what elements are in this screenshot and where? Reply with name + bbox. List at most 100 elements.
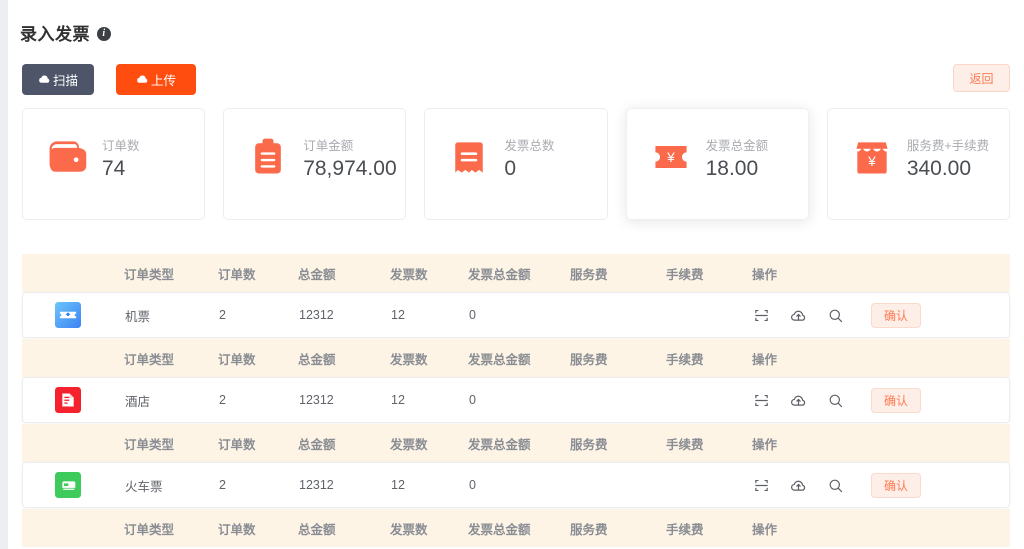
scan-frame-icon[interactable] — [753, 392, 770, 409]
cell-invoice-amount: 0 — [469, 393, 476, 407]
stat-value: 18.00 — [705, 157, 759, 180]
stat-card-fees[interactable]: ¥ 服务费+手续费 340.00 — [826, 108, 1011, 220]
stat-label: 发票总数 — [504, 139, 555, 153]
cell-order-count: 2 — [219, 478, 226, 492]
stat-label: 订单数 — [102, 139, 140, 153]
confirm-button-label: 确认 — [883, 478, 908, 493]
coupon-yen-icon: ¥ — [649, 135, 693, 179]
column-header-order-type: 订单类型 — [124, 267, 175, 282]
row-icon-cell — [23, 302, 125, 328]
column-header-order-count: 订单数 — [218, 267, 256, 282]
table-row[interactable]: 酒店 2 12312 12 0 确认 — [22, 377, 1010, 423]
cell-invoice-count: 12 — [391, 308, 405, 322]
column-header-handling-fee: 手续费 — [666, 437, 704, 452]
column-header-order-type: 订单类型 — [124, 522, 175, 537]
confirm-button-label: 确认 — [883, 393, 908, 408]
search-icon[interactable] — [827, 392, 844, 409]
scan-button[interactable]: 扫描 — [22, 64, 94, 95]
cell-operations: 确认 — [753, 387, 1009, 413]
upload-button[interactable]: 上传 — [116, 64, 196, 95]
clipboard-icon — [246, 135, 290, 179]
column-header-order-count: 订单数 — [218, 352, 256, 367]
table-header-row: 订单类型 订单数 总金额 发票数 发票总金额 服务费 手续费 操作 — [22, 509, 1010, 547]
column-header-service-fee: 服务费 — [570, 352, 608, 367]
column-header-order-count: 订单数 — [218, 437, 256, 452]
column-header-total-amount: 总金额 — [298, 267, 336, 282]
stat-value: 0 — [504, 157, 517, 180]
train-ticket-icon — [55, 472, 81, 498]
cell-order-count: 2 — [219, 393, 226, 407]
column-header-invoice-amount: 发票总金额 — [468, 267, 531, 282]
confirm-button[interactable]: 确认 — [871, 387, 921, 413]
row-icon-cell — [23, 472, 125, 498]
column-header-handling-fee: 手续费 — [666, 522, 704, 537]
column-header-invoice-count: 发票数 — [390, 437, 428, 452]
cloud-icon — [136, 73, 149, 86]
stat-card-order-count[interactable]: 订单数 74 — [22, 108, 206, 220]
svg-text:¥: ¥ — [666, 150, 675, 165]
table-row[interactable]: 机票 2 12312 12 0 确认 — [22, 292, 1010, 338]
search-icon[interactable] — [827, 307, 844, 324]
column-header-order-count: 订单数 — [218, 522, 256, 537]
invoice-entry-page: 录入发票 i 扫描 上传 返回 订单数 74 订单金额 78,974.00 发票… — [8, 0, 1024, 549]
table-header-row: 订单类型 订单数 总金额 发票数 发票总金额 服务费 手续费 操作 — [22, 339, 1010, 377]
column-header-invoice-count: 发票数 — [390, 267, 428, 282]
column-header-operation: 操作 — [752, 437, 778, 452]
cloud-upload-icon[interactable] — [790, 477, 807, 494]
cell-total-amount: 12312 — [299, 308, 334, 322]
column-header-handling-fee: 手续费 — [666, 352, 704, 367]
toolbar: 扫描 上传 — [22, 64, 196, 95]
column-header-invoice-count: 发票数 — [390, 352, 428, 367]
stat-value: 340.00 — [906, 157, 972, 180]
table-row[interactable]: 火车票 2 12312 12 0 确认 — [22, 462, 1010, 508]
stat-label: 发票总金额 — [705, 139, 769, 153]
stat-card-invoice-amount[interactable]: ¥ 发票总金额 18.00 — [625, 108, 809, 220]
shop-yen-icon: ¥ — [850, 135, 894, 179]
cloud-icon — [38, 73, 51, 86]
cell-invoice-count: 12 — [391, 393, 405, 407]
stat-card-invoice-count[interactable]: 发票总数 0 — [424, 108, 608, 220]
confirm-button-label: 确认 — [883, 308, 908, 323]
row-actions: 确认 — [753, 472, 1009, 498]
column-header-handling-fee: 手续费 — [666, 267, 704, 282]
cell-invoice-amount: 0 — [469, 478, 476, 492]
cloud-upload-icon[interactable] — [790, 392, 807, 409]
column-header-invoice-count: 发票数 — [390, 522, 428, 537]
confirm-button[interactable]: 确认 — [871, 472, 921, 498]
back-button[interactable]: 返回 — [953, 64, 1010, 92]
stat-card-order-amount[interactable]: 订单金额 78,974.00 — [223, 108, 407, 220]
cell-order-type: 机票 — [125, 309, 151, 324]
receipt-icon — [447, 135, 491, 179]
scan-frame-icon[interactable] — [753, 477, 770, 494]
confirm-button[interactable]: 确认 — [871, 302, 921, 328]
scan-button-label: 扫描 — [52, 74, 78, 88]
table-header-row: 订单类型 订单数 总金额 发票数 发票总金额 服务费 手续费 操作 — [22, 254, 1010, 292]
row-actions: 确认 — [753, 302, 1009, 328]
cell-order-type: 酒店 — [125, 394, 151, 409]
scan-frame-icon[interactable] — [753, 307, 770, 324]
column-header-total-amount: 总金额 — [298, 522, 336, 537]
search-icon[interactable] — [827, 477, 844, 494]
page-title-text: 录入发票 — [20, 25, 90, 44]
cell-operations: 确认 — [753, 302, 1009, 328]
hotel-icon — [55, 387, 81, 413]
invoice-table: 订单类型 订单数 总金额 发票数 发票总金额 服务费 手续费 操作 机票 2 1… — [22, 254, 1010, 547]
column-header-total-amount: 总金额 — [298, 352, 336, 367]
column-header-service-fee: 服务费 — [570, 522, 608, 537]
column-header-invoice-amount: 发票总金额 — [468, 522, 531, 537]
upload-button-label: 上传 — [150, 74, 176, 88]
column-header-total-amount: 总金额 — [298, 437, 336, 452]
cell-total-amount: 12312 — [299, 478, 334, 492]
back-button-label: 返回 — [969, 71, 994, 86]
cell-operations: 确认 — [753, 472, 1009, 498]
info-icon[interactable]: i — [97, 26, 111, 41]
column-header-operation: 操作 — [752, 352, 778, 367]
stat-value: 78,974.00 — [303, 157, 397, 180]
cell-total-amount: 12312 — [299, 393, 334, 407]
column-header-invoice-amount: 发票总金额 — [468, 352, 531, 367]
svg-text:¥: ¥ — [867, 154, 876, 169]
stat-label: 服务费+手续费 — [906, 139, 990, 153]
cell-order-count: 2 — [219, 308, 226, 322]
column-header-operation: 操作 — [752, 522, 778, 537]
cloud-upload-icon[interactable] — [790, 307, 807, 324]
